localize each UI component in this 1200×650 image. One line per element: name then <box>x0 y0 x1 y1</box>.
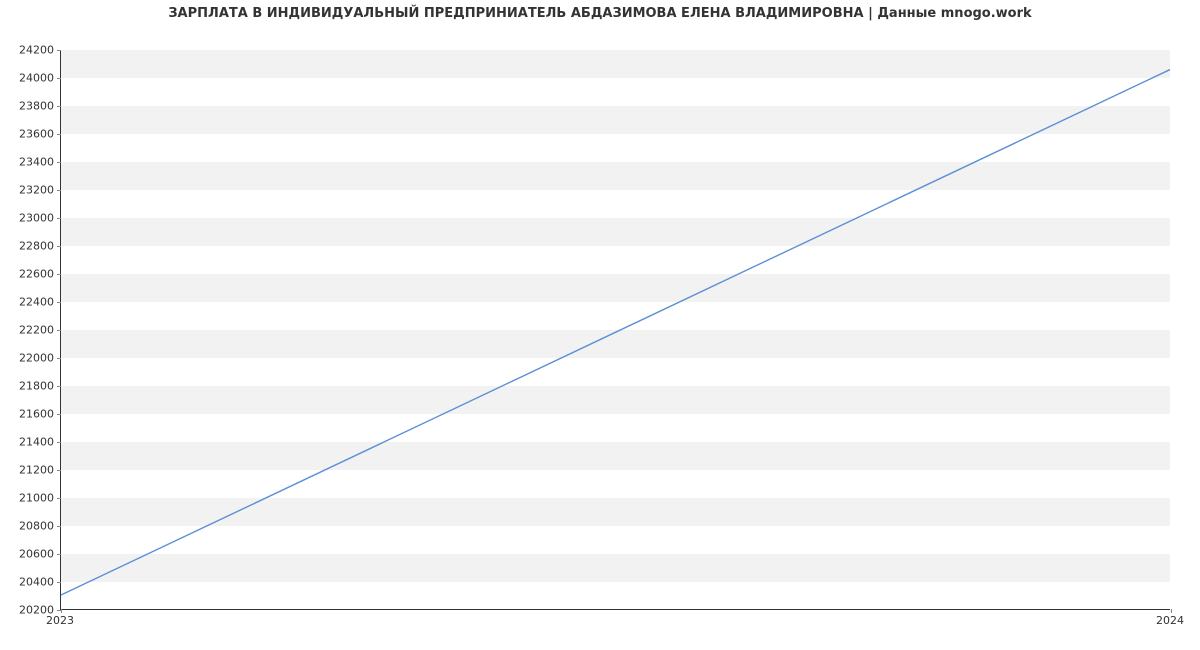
y-tick <box>57 78 61 80</box>
y-tick <box>57 302 61 304</box>
y-tick <box>57 50 61 52</box>
y-tick-label: 21600 <box>19 408 54 421</box>
y-tick-label: 22000 <box>19 352 54 365</box>
y-tick <box>57 330 61 332</box>
y-tick-label: 20400 <box>19 576 54 589</box>
y-tick <box>57 274 61 276</box>
y-tick-label: 22200 <box>19 324 54 337</box>
y-tick-label: 21000 <box>19 492 54 505</box>
y-tick-label: 24000 <box>19 72 54 85</box>
y-tick <box>57 470 61 472</box>
y-tick <box>57 386 61 388</box>
x-tick <box>61 609 63 613</box>
y-tick <box>57 190 61 192</box>
y-tick <box>57 162 61 164</box>
y-tick-label: 23000 <box>19 212 54 225</box>
x-tick-label: 2023 <box>46 614 74 627</box>
y-tick <box>57 498 61 500</box>
y-tick-label: 22800 <box>19 240 54 253</box>
y-tick <box>57 246 61 248</box>
y-tick-label: 22600 <box>19 268 54 281</box>
y-tick-label: 23200 <box>19 184 54 197</box>
y-tick <box>57 442 61 444</box>
line-series <box>61 50 1170 609</box>
y-tick-label: 21800 <box>19 380 54 393</box>
y-tick <box>57 554 61 556</box>
y-tick <box>57 218 61 220</box>
y-tick-label: 24200 <box>19 44 54 57</box>
y-tick-label: 20800 <box>19 520 54 533</box>
y-tick <box>57 106 61 108</box>
y-tick-label: 23600 <box>19 128 54 141</box>
y-tick-label: 20600 <box>19 548 54 561</box>
y-tick-label: 21200 <box>19 464 54 477</box>
salary-line-chart: ЗАРПЛАТА В ИНДИВИДУАЛЬНЫЙ ПРЕДПРИНИАТЕЛЬ… <box>0 0 1200 650</box>
y-tick <box>57 414 61 416</box>
y-tick-label: 23800 <box>19 100 54 113</box>
y-tick-label: 23400 <box>19 156 54 169</box>
y-tick <box>57 526 61 528</box>
plot-area <box>60 50 1170 610</box>
y-tick-label: 22400 <box>19 296 54 309</box>
x-tick <box>1171 609 1173 613</box>
chart-title: ЗАРПЛАТА В ИНДИВИДУАЛЬНЫЙ ПРЕДПРИНИАТЕЛЬ… <box>0 6 1200 21</box>
y-tick <box>57 358 61 360</box>
x-tick-label: 2024 <box>1156 614 1184 627</box>
y-tick <box>57 134 61 136</box>
y-tick-label: 21400 <box>19 436 54 449</box>
y-tick <box>57 582 61 584</box>
